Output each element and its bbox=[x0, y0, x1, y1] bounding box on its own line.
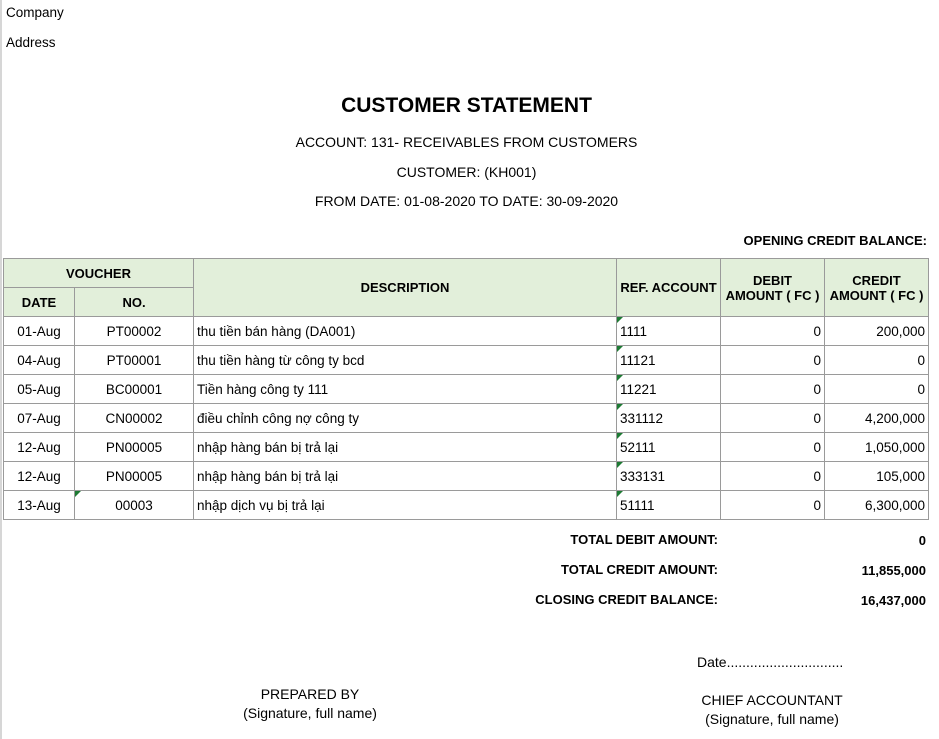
voucher-no-cell[interactable]: CN00002 bbox=[74, 403, 194, 433]
credit-cell[interactable]: 4,200,000 bbox=[824, 403, 929, 433]
description-cell[interactable]: nhập hàng bán bị trả lại bbox=[193, 461, 617, 491]
date-cell[interactable]: 12-Aug bbox=[3, 461, 75, 491]
voucher-no-cell[interactable]: 00003 bbox=[74, 490, 194, 520]
voucher-header: VOUCHER bbox=[3, 258, 194, 288]
credit-header-line1: CREDIT bbox=[852, 272, 901, 288]
description-cell[interactable]: thu tiền hàng từ công ty bcd bbox=[193, 345, 617, 375]
table-row: 07-Aug CN00002 điều chỉnh công nợ công t… bbox=[3, 403, 929, 433]
date-cell[interactable]: 04-Aug bbox=[3, 345, 75, 375]
description-cell[interactable]: nhập hàng bán bị trả lại bbox=[193, 432, 617, 462]
company-label: Company bbox=[6, 5, 64, 20]
voucher-no-cell[interactable]: BC00001 bbox=[74, 374, 194, 404]
description-cell[interactable]: nhập dịch vụ bị trả lại bbox=[193, 490, 617, 520]
ref-account-cell[interactable]: 52111 bbox=[616, 432, 721, 462]
table-row: 05-Aug BC00001 Tiền hàng công ty 111 112… bbox=[3, 374, 929, 404]
ref-account-cell[interactable]: 333131 bbox=[616, 461, 721, 491]
closing-balance-value: 16,437,000 bbox=[860, 593, 926, 608]
debit-cell[interactable]: 0 bbox=[720, 461, 825, 491]
closing-balance-label: CLOSING CREDIT BALANCE: bbox=[535, 592, 718, 607]
ref-account-cell[interactable]: 51111 bbox=[616, 490, 721, 520]
ref-account-cell[interactable]: 11221 bbox=[616, 374, 721, 404]
date-cell[interactable]: 13-Aug bbox=[3, 490, 75, 520]
statement-table: VOUCHER DESCRIPTION REF. ACCOUNT DEBIT A… bbox=[3, 258, 929, 520]
voucher-no-cell[interactable]: PN00005 bbox=[74, 461, 194, 491]
debit-cell[interactable]: 0 bbox=[720, 345, 825, 375]
description-header: DESCRIPTION bbox=[193, 258, 617, 317]
debit-header-line1: DEBIT bbox=[753, 272, 792, 288]
debit-cell[interactable]: 0 bbox=[720, 432, 825, 462]
table-row: 04-Aug PT00001 thu tiền hàng từ công ty … bbox=[3, 345, 929, 375]
customer-line: CUSTOMER: (KH001) bbox=[396, 164, 537, 180]
credit-header: CREDIT AMOUNT ( FC ) bbox=[824, 258, 929, 317]
ref-account-cell[interactable]: 331112 bbox=[616, 403, 721, 433]
voucher-no-cell[interactable]: PT00002 bbox=[74, 316, 194, 346]
opening-balance-label: OPENING CREDIT BALANCE: bbox=[743, 233, 927, 248]
total-credit-value: 11,855,000 bbox=[861, 563, 926, 578]
debit-cell[interactable]: 0 bbox=[720, 316, 825, 346]
description-cell[interactable]: điều chỉnh công nợ công ty bbox=[193, 403, 617, 433]
debit-cell[interactable]: 0 bbox=[720, 403, 825, 433]
voucher-no-cell[interactable]: PN00005 bbox=[74, 432, 194, 462]
total-debit-label: TOTAL DEBIT AMOUNT: bbox=[570, 532, 718, 547]
total-credit-label: TOTAL CREDIT AMOUNT: bbox=[561, 562, 718, 577]
ref-account-cell[interactable]: 11121 bbox=[616, 345, 721, 375]
table-row: 13-Aug 00003 nhập dịch vụ bị trả lại 511… bbox=[3, 490, 929, 520]
prepared-by-label: PREPARED BY bbox=[260, 686, 360, 702]
description-cell[interactable]: Tiền hàng công ty 111 bbox=[193, 374, 617, 404]
credit-header-line2: AMOUNT ( FC ) bbox=[829, 287, 924, 303]
credit-cell[interactable]: 0 bbox=[824, 374, 929, 404]
voucher-no-cell[interactable]: PT00001 bbox=[74, 345, 194, 375]
ref-account-cell[interactable]: 1111 bbox=[616, 316, 721, 346]
description-cell[interactable]: thu tiền bán hàng (DA001) bbox=[193, 316, 617, 346]
date-header: DATE bbox=[3, 287, 75, 317]
account-line: ACCOUNT: 131- RECEIVABLES FROM CUSTOMERS bbox=[295, 134, 638, 150]
statement-title: CUSTOMER STATEMENT bbox=[341, 94, 592, 117]
credit-cell[interactable]: 1,050,000 bbox=[824, 432, 929, 462]
debit-cell[interactable]: 0 bbox=[720, 374, 825, 404]
ref-account-header: REF. ACCOUNT bbox=[616, 258, 721, 317]
date-line: Date.............................. bbox=[697, 654, 844, 670]
date-cell[interactable]: 05-Aug bbox=[3, 374, 75, 404]
no-header: NO. bbox=[74, 287, 194, 317]
chief-accountant-note: (Signature, full name) bbox=[705, 711, 839, 727]
address-label: Address bbox=[6, 35, 56, 50]
table-row: 12-Aug PN00005 nhập hàng bán bị trả lại … bbox=[3, 432, 929, 462]
prepared-by-note: (Signature, full name) bbox=[243, 705, 377, 721]
date-cell[interactable]: 12-Aug bbox=[3, 432, 75, 462]
date-cell[interactable]: 01-Aug bbox=[3, 316, 75, 346]
credit-cell[interactable]: 6,300,000 bbox=[824, 490, 929, 520]
period-line: FROM DATE: 01-08-2020 TO DATE: 30-09-202… bbox=[314, 193, 619, 209]
chief-accountant-label: CHIEF ACCOUNTANT bbox=[701, 692, 843, 708]
table-row: 01-Aug PT00002 thu tiền bán hàng (DA001)… bbox=[3, 316, 929, 346]
debit-header: DEBIT AMOUNT ( FC ) bbox=[720, 258, 825, 317]
date-cell[interactable]: 07-Aug bbox=[3, 403, 75, 433]
credit-cell[interactable]: 0 bbox=[824, 345, 929, 375]
total-debit-value: 0 bbox=[918, 533, 926, 548]
debit-header-line2: AMOUNT ( FC ) bbox=[725, 287, 820, 303]
credit-cell[interactable]: 105,000 bbox=[824, 461, 929, 491]
debit-cell[interactable]: 0 bbox=[720, 490, 825, 520]
credit-cell[interactable]: 200,000 bbox=[824, 316, 929, 346]
table-row: 12-Aug PN00005 nhập hàng bán bị trả lại … bbox=[3, 461, 929, 491]
